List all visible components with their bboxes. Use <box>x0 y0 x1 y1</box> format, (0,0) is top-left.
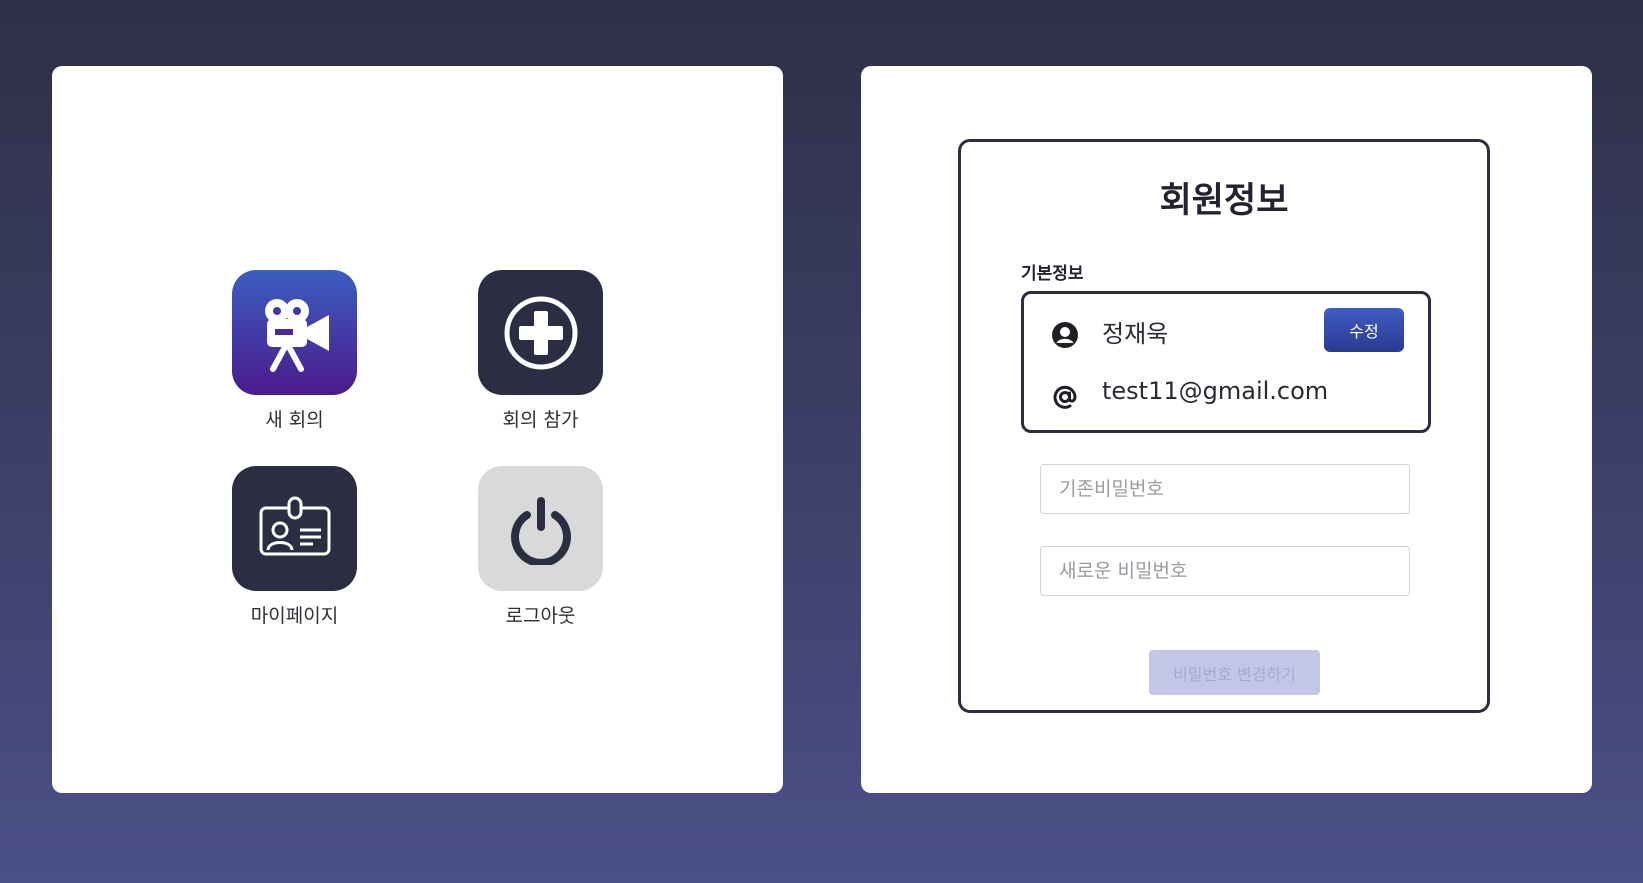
join-meeting-label: 회의 참가 <box>502 409 579 431</box>
new-meeting-tile[interactable]: 새 회의 <box>232 270 357 432</box>
member-info-panel: 회원정보 기본정보 정재욱 수정 test11@gmail.com 비밀번호 변… <box>861 66 1592 793</box>
video-camera-icon <box>264 298 329 372</box>
power-icon <box>510 496 571 565</box>
join-meeting-tile[interactable]: 회의 참가 <box>478 270 603 432</box>
mypage-label: 마이페이지 <box>250 605 339 627</box>
logout-button[interactable] <box>478 466 603 591</box>
plus-circle-icon <box>504 296 577 369</box>
at-sign-icon <box>1050 382 1080 412</box>
new-password-field[interactable] <box>1040 546 1410 596</box>
new-meeting-button[interactable] <box>232 270 357 395</box>
mypage-button[interactable] <box>232 466 357 591</box>
menu-panel: 새 회의 회의 참가 마이페이지 로그아웃 <box>52 66 783 793</box>
edit-button[interactable]: 수정 <box>1324 308 1404 352</box>
basic-info-box: 정재욱 수정 test11@gmail.com <box>1021 291 1431 433</box>
join-meeting-button[interactable] <box>478 270 603 395</box>
page-title: 회원정보 <box>1159 181 1289 221</box>
user-email: test11@gmail.com <box>1102 377 1329 405</box>
user-name: 정재욱 <box>1102 320 1169 348</box>
current-password-field[interactable] <box>1040 464 1410 514</box>
change-password-button[interactable]: 비밀번호 변경하기 <box>1149 650 1320 695</box>
new-meeting-label: 새 회의 <box>265 409 324 431</box>
logout-label: 로그아웃 <box>505 605 576 627</box>
mypage-tile[interactable]: 마이페이지 <box>232 466 357 628</box>
basic-info-label: 기본정보 <box>1021 264 1084 284</box>
id-card-icon <box>259 496 330 555</box>
logout-tile[interactable]: 로그아웃 <box>478 466 603 628</box>
user-icon <box>1050 320 1080 350</box>
member-info-card: 회원정보 기본정보 정재욱 수정 test11@gmail.com 비밀번호 변… <box>958 139 1490 713</box>
